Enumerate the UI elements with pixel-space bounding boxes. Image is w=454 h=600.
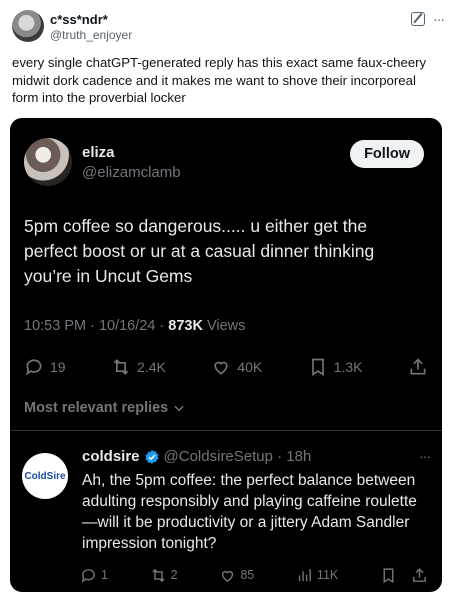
share-icon	[410, 358, 426, 375]
stat-reposts-count: 2.4K	[137, 359, 166, 375]
reply-stat-reposts: 2	[150, 567, 178, 584]
tweet-stats: 19 2.4K 40K 1.3K	[24, 356, 428, 378]
stat-replies: 19	[24, 357, 66, 377]
quoted-handle: @elizamclamb	[82, 164, 181, 181]
most-relevant-replies: Most relevant replies	[24, 400, 186, 416]
tweet-time: 10:53 PM · 10/16/24 ·	[24, 318, 169, 334]
embedded-screenshot[interactable]: eliza @elizamclamb Follow 5pm coffee so …	[10, 118, 442, 592]
reply-stat-replies-count: 1	[101, 568, 108, 582]
bookmark-icon	[383, 567, 394, 583]
reply-stat-replies: 1	[80, 567, 108, 584]
stat-replies-count: 19	[50, 359, 66, 375]
share-icon	[413, 567, 426, 582]
more-icon[interactable]: ···	[433, 12, 445, 26]
outer-display-name[interactable]: c*ss*ndr*	[50, 12, 108, 27]
reply-stat-views: 11K	[296, 567, 338, 584]
follow-button: Follow	[350, 140, 424, 168]
reply-avatar: ColdSire	[22, 453, 68, 499]
reply-icon	[81, 568, 95, 583]
reply-display-name: coldsire	[82, 448, 140, 465]
reply-handle-time: @ColdsireSetup · 18h	[163, 448, 312, 465]
repost-icon	[113, 359, 129, 375]
stat-bookmarks-count: 1.3K	[333, 359, 363, 375]
outer-post-text: every single chatGPT-generated reply has…	[12, 55, 427, 105]
repost-icon	[151, 568, 165, 582]
reply-stats: 1 2 85 11K	[80, 566, 428, 584]
reply-stat-views-count: 11K	[316, 568, 339, 582]
reply-stat-likes-count: 85	[240, 568, 255, 582]
outer-actions: ···	[411, 12, 445, 26]
tweet-meta: 10:53 PM · 10/16/24 · 873K Views	[24, 318, 245, 334]
outer-handle[interactable]: @truth_enjoyer	[50, 28, 132, 42]
bookmark-icon	[311, 358, 324, 377]
stat-share	[408, 357, 428, 377]
reply-icon	[26, 359, 42, 376]
heart-icon	[222, 570, 234, 582]
reply-more-icon: ···	[419, 448, 431, 464]
reply-stat-likes: 85	[219, 567, 254, 584]
heart-icon	[214, 361, 228, 375]
chevron-down-icon	[174, 405, 184, 412]
views-chart-icon	[298, 568, 311, 581]
eliza-avatar	[24, 138, 72, 186]
quoted-display-name: eliza	[82, 144, 115, 161]
verified-badge-icon	[144, 449, 159, 464]
reply-header: coldsire @ColdsireSetup · 18h	[82, 448, 311, 465]
reply-text: Ah, the 5pm coffee: the perfect balance …	[82, 472, 417, 552]
stat-likes-count: 40K	[237, 359, 263, 375]
divider	[10, 430, 442, 431]
most-relevant-label: Most relevant replies	[24, 400, 169, 416]
views-label: Views	[202, 318, 246, 334]
outer-post-header: c*ss*ndr* @truth_enjoyer ···	[12, 8, 445, 44]
stat-reposts: 2.4K	[111, 357, 166, 377]
outer-avatar[interactable]	[12, 10, 44, 42]
views-count: 873K	[168, 318, 203, 334]
stat-bookmarks: 1.3K	[308, 357, 363, 377]
grok-icon[interactable]	[411, 12, 425, 26]
reply-stat-reposts-count: 2	[170, 568, 178, 582]
quoted-tweet-text: 5pm coffee so dangerous..... u either ge…	[24, 216, 375, 286]
reply-actions	[380, 567, 428, 584]
stat-likes: 40K	[211, 357, 262, 377]
